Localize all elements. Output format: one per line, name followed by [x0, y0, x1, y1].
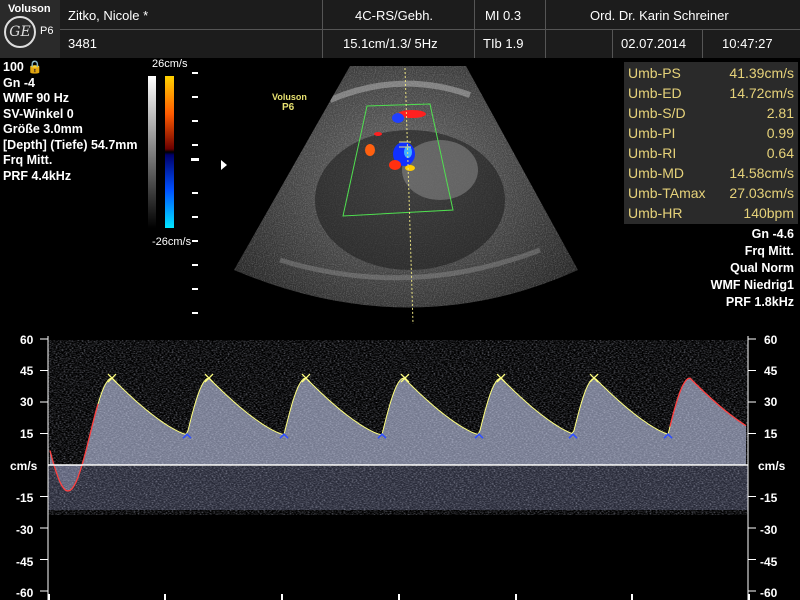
- color-velocity-bar: [165, 76, 174, 228]
- axis-left-label: -30: [16, 523, 34, 537]
- axis-right-label: 15: [764, 427, 778, 441]
- measurement-row: Umb-HR 140bpm: [628, 205, 794, 221]
- measurement-row: Umb-TAmax 27.03cm/s: [628, 185, 794, 201]
- axis-right-label: -15: [760, 491, 778, 505]
- axis-right-label: -45: [760, 555, 778, 569]
- param-doppler-gain: Gn -4.6: [751, 227, 794, 241]
- axis-right-label: -60: [760, 586, 778, 600]
- axis-right-label: 45: [764, 364, 778, 378]
- measurement-row: Umb-PS 41.39cm/s: [628, 65, 794, 81]
- param-doppler-prf: PRF 1.8kHz: [725, 295, 794, 309]
- axis-right-label: -30: [760, 523, 778, 537]
- measurement-row: Umb-ED 14.72cm/s: [628, 85, 794, 101]
- measurement-row: Umb-S/D 2.81: [628, 105, 794, 121]
- axis-left-label: 30: [20, 395, 34, 409]
- measurement-row: Umb-MD 14.58cm/s: [628, 165, 794, 181]
- focus-marker: [221, 160, 227, 170]
- param-quality: Qual Norm: [730, 261, 794, 275]
- param-doppler-frequency: Frq Mitt.: [744, 244, 794, 258]
- param-wall-filter: WMF Niedrig1: [710, 278, 794, 292]
- measurement-panel: Umb-PS 41.39cm/s Umb-ED 14.72cm/s Umb-S/D 2…: [624, 62, 798, 224]
- depth-ticks: [191, 72, 199, 314]
- axis-left-label: 15: [20, 427, 34, 441]
- spectrum-group: [48, 340, 748, 515]
- axis-left-label: -15: [16, 491, 34, 505]
- measurement-row: Umb-RI 0.64: [628, 145, 794, 161]
- axis-left-label: -45: [16, 555, 34, 569]
- axis-left-label: -60: [16, 586, 34, 600]
- gray-scale-bar: [148, 76, 156, 228]
- axis-left-unit: cm/s: [10, 459, 38, 473]
- image-model-label: P6: [282, 102, 295, 113]
- axis-right-label: 60: [764, 333, 778, 347]
- spectrum-noise: [48, 340, 748, 515]
- right-params: Gn -4.6 Frq Mitt. Qual Norm WMF Niedrig1…: [711, 226, 794, 311]
- axis-left-label: 45: [20, 364, 34, 378]
- axis-right-label: 30: [764, 395, 778, 409]
- axis-right-unit: cm/s: [758, 459, 786, 473]
- axis-left-label: 60: [20, 333, 34, 347]
- measurement-row: Umb-PI 0.99: [628, 125, 794, 141]
